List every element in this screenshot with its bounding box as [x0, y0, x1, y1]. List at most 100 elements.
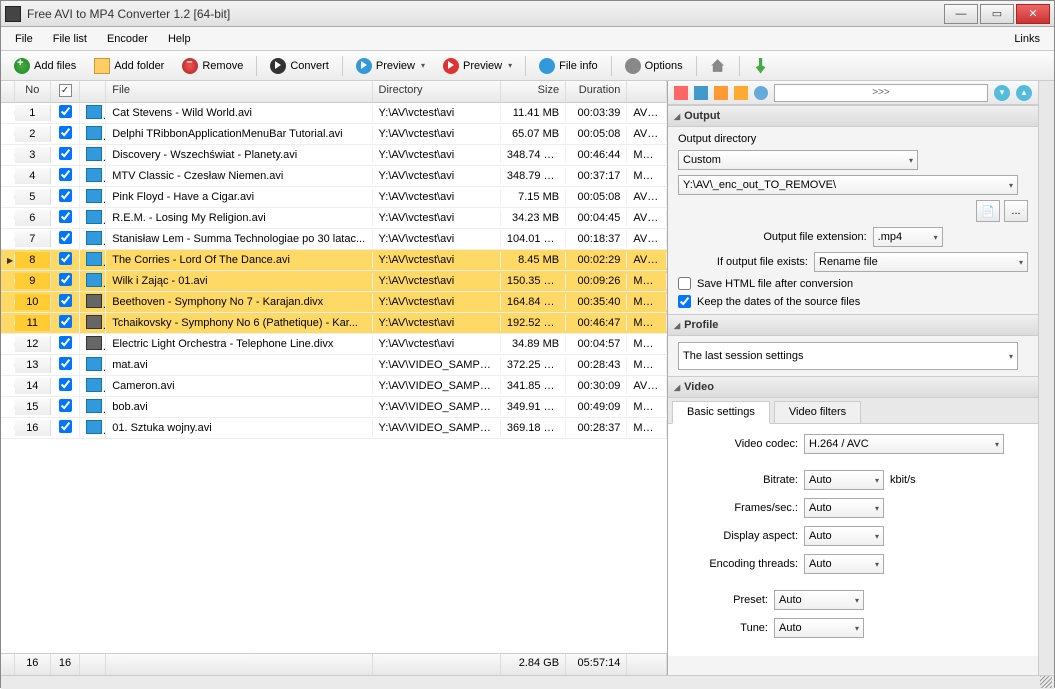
row-checkbox[interactable]: [59, 357, 72, 370]
footer-total-duration: 05:57:14: [566, 654, 627, 675]
row-number: 10: [15, 294, 51, 310]
chevron-down-icon[interactable]: ▾: [508, 61, 512, 70]
menu-encoder[interactable]: Encoder: [97, 31, 158, 47]
menu-file[interactable]: File: [5, 31, 43, 47]
separator: [525, 56, 526, 76]
tune-select[interactable]: Auto▾: [774, 618, 864, 638]
row-checkbox[interactable]: [59, 126, 72, 139]
output-exists-select[interactable]: Rename file▾: [814, 252, 1028, 272]
table-row[interactable]: 5Pink Floyd - Have a Cigar.aviY:\AV\vcte…: [1, 187, 667, 208]
add-files-button[interactable]: Add files: [7, 55, 83, 77]
file-name: Discovery - Wszechświat - Planety.avi: [106, 147, 372, 163]
table-row[interactable]: 6R.E.M. - Losing My Religion.aviY:\AV\vc…: [1, 208, 667, 229]
aspect-select[interactable]: Auto▾: [804, 526, 884, 546]
table-row[interactable]: 3Discovery - Wszechświat - Planety.aviY:…: [1, 145, 667, 166]
table-row[interactable]: 9Wilk i Zając - 01.aviY:\AV\vctest\avi15…: [1, 271, 667, 292]
video-codec-select[interactable]: H.264 / AVC▾: [804, 434, 1004, 454]
row-checkbox[interactable]: [59, 399, 72, 412]
col-no[interactable]: No: [15, 81, 51, 102]
keep-dates-checkbox[interactable]: [678, 295, 691, 308]
up-circle-icon[interactable]: ▴: [1016, 85, 1032, 101]
table-row[interactable]: 10Beethoven - Symphony No 7 - Karajan.di…: [1, 292, 667, 313]
table-row[interactable]: 13mat.aviY:\AV\VIDEO_SAMPLES\...372.25 M…: [1, 355, 667, 376]
minimize-button[interactable]: —: [944, 4, 978, 24]
music-icon[interactable]: [734, 86, 748, 100]
grid-footer: 16 16 2.84 GB 05:57:14: [1, 653, 667, 675]
row-number: 6: [15, 210, 51, 226]
row-checkbox[interactable]: [59, 420, 72, 433]
tab-basic-settings[interactable]: Basic settings: [672, 401, 770, 424]
profile-select[interactable]: The last session settings▾: [678, 342, 1018, 370]
remove-button[interactable]: Remove: [175, 55, 250, 77]
menu-links[interactable]: Links: [1004, 31, 1050, 47]
table-row[interactable]: ▶8The Corries - Lord Of The Dance.aviY:\…: [1, 250, 667, 271]
browse-button[interactable]: ...: [1004, 200, 1028, 222]
menu-file-list[interactable]: File list: [43, 31, 97, 47]
nav-next-button[interactable]: >>>: [774, 84, 988, 102]
grid-body[interactable]: 1Cat Stevens - Wild World.aviY:\AV\vctes…: [1, 103, 667, 653]
table-row[interactable]: 11Tchaikovsky - Symphony No 6 (Pathetiqu…: [1, 313, 667, 334]
options-button[interactable]: Options: [618, 55, 690, 77]
open-folder-button[interactable]: 📄: [976, 200, 1000, 222]
table-row[interactable]: 14Cameron.aviY:\AV\VIDEO_SAMPLES\...341.…: [1, 376, 667, 397]
add-folder-button[interactable]: Add folder: [87, 55, 171, 77]
file-directory: Y:\AV\vctest\avi: [373, 294, 501, 310]
bitrate-select[interactable]: Auto▾: [804, 470, 884, 490]
maximize-button[interactable]: ▭: [980, 4, 1014, 24]
row-checkbox[interactable]: [59, 231, 72, 244]
row-checkbox[interactable]: [59, 147, 72, 160]
document-icon[interactable]: [694, 86, 708, 100]
col-file[interactable]: File: [106, 81, 372, 102]
table-row[interactable]: 7Stanisław Lem - Summa Technologiae po 3…: [1, 229, 667, 250]
table-row[interactable]: 12Electric Light Orchestra - Telephone L…: [1, 334, 667, 355]
home-button[interactable]: [703, 55, 733, 77]
video-section-header[interactable]: ◢Video: [668, 376, 1038, 398]
resize-grip[interactable]: [1040, 676, 1052, 688]
col-video[interactable]: [627, 81, 667, 102]
table-row[interactable]: 1601. Sztuka wojny.aviY:\AV\VIDEO_SAMPLE…: [1, 418, 667, 439]
chevron-down-icon[interactable]: ▾: [421, 61, 425, 70]
close-panel-icon[interactable]: [674, 86, 688, 100]
col-size[interactable]: Size: [501, 81, 566, 102]
tab-video-filters[interactable]: Video filters: [774, 401, 861, 423]
row-checkbox[interactable]: [59, 168, 72, 181]
threads-select[interactable]: Auto▾: [804, 554, 884, 574]
row-indicator: [1, 237, 15, 241]
save-html-checkbox[interactable]: [678, 277, 691, 290]
row-checkbox[interactable]: [59, 273, 72, 286]
output-section-header[interactable]: ◢Output: [668, 105, 1038, 127]
table-row[interactable]: 4MTV Classic - Czesław Niemen.aviY:\AV\v…: [1, 166, 667, 187]
row-checkbox[interactable]: [59, 210, 72, 223]
close-button[interactable]: ✕: [1016, 4, 1050, 24]
file-directory: Y:\AV\vctest\avi: [373, 315, 501, 331]
row-checkbox[interactable]: [59, 105, 72, 118]
preset-select[interactable]: Auto▾: [774, 590, 864, 610]
output-directory-select[interactable]: Custom▾: [678, 150, 918, 170]
col-directory[interactable]: Directory: [373, 81, 501, 102]
col-duration[interactable]: Duration: [566, 81, 627, 102]
table-row[interactable]: 1Cat Stevens - Wild World.aviY:\AV\vctes…: [1, 103, 667, 124]
table-row[interactable]: 2Delphi TRibbonApplicationMenuBar Tutori…: [1, 124, 667, 145]
profile-section-header[interactable]: ◢Profile: [668, 314, 1038, 336]
pin-button[interactable]: [746, 55, 776, 77]
col-check-all[interactable]: ✓: [51, 81, 81, 102]
row-checkbox[interactable]: [59, 378, 72, 391]
fps-select[interactable]: Auto▾: [804, 498, 884, 518]
row-checkbox[interactable]: [59, 336, 72, 349]
down-circle-icon[interactable]: ▾: [994, 85, 1010, 101]
file-info-button[interactable]: File info: [532, 55, 605, 77]
row-checkbox[interactable]: [59, 315, 72, 328]
convert-button[interactable]: Convert: [263, 55, 336, 77]
gear-icon[interactable]: [754, 86, 768, 100]
menu-help[interactable]: Help: [158, 31, 201, 47]
film-icon[interactable]: [714, 86, 728, 100]
row-checkbox[interactable]: [59, 189, 72, 202]
table-row[interactable]: 15bob.aviY:\AV\VIDEO_SAMPLES\...349.91 M…: [1, 397, 667, 418]
output-path-combo[interactable]: Y:\AV\_enc_out_TO_REMOVE\▾: [678, 175, 1018, 195]
row-checkbox[interactable]: [59, 252, 72, 265]
preview-button-1[interactable]: Preview▾: [349, 55, 432, 77]
preview-button-2[interactable]: Preview▾: [436, 55, 519, 77]
output-ext-select[interactable]: .mp4▾: [873, 227, 943, 247]
scrollbar[interactable]: [1038, 81, 1054, 675]
row-checkbox[interactable]: [59, 294, 72, 307]
